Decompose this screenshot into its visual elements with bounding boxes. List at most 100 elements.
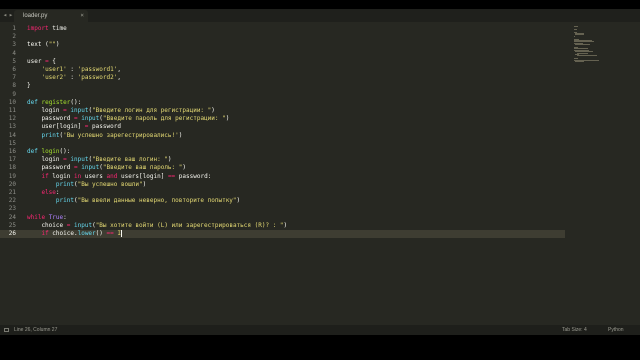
code-text: print('Вы успешно зарегестрировались!') [27, 132, 182, 140]
code-line[interactable]: 5 user = { [0, 58, 565, 66]
code-token: print [55, 197, 74, 205]
code-token: login [27, 107, 64, 114]
code-text: if choice.lower() == I [27, 230, 122, 238]
code-line[interactable]: 20 print("Вы успешно вошли") [0, 181, 565, 189]
line-number: 4 [12, 49, 16, 57]
code-token: print [41, 131, 60, 139]
cursor-position: Line 26, Column 27 [14, 327, 58, 333]
code-line[interactable]: 13 user[login] = password [0, 123, 565, 131]
line-number: 1 [12, 25, 16, 32]
line-number: 15 [8, 139, 16, 147]
code-token: "Вы хотите войти (L) или зарегестрироват… [95, 221, 284, 229]
code-token: == [106, 230, 114, 237]
code-token: register [41, 98, 71, 106]
code-line[interactable]: 8} [0, 82, 565, 90]
code-line[interactable]: 24 while True: [0, 214, 565, 222]
code-line[interactable]: 1 import time [0, 25, 565, 33]
line-number: 12 [8, 115, 16, 123]
minimap[interactable] [574, 26, 622, 66]
code-text: login = input("Введите логин для регистр… [27, 107, 214, 115]
code-token: , [117, 66, 121, 73]
code-line[interactable]: 9 [0, 91, 565, 99]
code-token: password [88, 123, 121, 131]
code-token: ) [225, 115, 230, 123]
code-token: user [27, 57, 46, 65]
code-text: password = input("Введите ваш пароль: ") [27, 164, 186, 172]
code-token: "Введите пароль для регистрации: " [102, 115, 226, 123]
line-number: 21 [8, 189, 16, 196]
code-token: 'password1' [77, 66, 118, 73]
line-number: 11 [8, 107, 16, 114]
code-text: while True: [27, 214, 67, 222]
code-editor[interactable]: 1 import time 2 3 text ("") 4 5 user = {6 'user… [0, 22, 565, 325]
code-text: choice = input("Вы хотите войти (L) или … [27, 222, 287, 230]
code-token: users[login] [117, 172, 168, 180]
line-number: 22 [8, 197, 16, 205]
code-line[interactable]: 19 if login in users and users[login] ==… [0, 173, 565, 181]
tab-close-icon[interactable]: × [80, 10, 84, 22]
code-text: else: [27, 189, 59, 197]
line-number: 14 [8, 131, 16, 139]
code-token: ) [236, 197, 241, 205]
panel-toggle-icon[interactable] [4, 328, 9, 332]
code-text: password = input("Введите пароль для рег… [27, 115, 229, 123]
line-number: 20 [8, 180, 16, 188]
code-line[interactable]: 7 'user2' : 'password2', [0, 74, 565, 82]
text-cursor [120, 230, 122, 237]
code-line[interactable]: 10 def register(): [0, 99, 565, 107]
code-token: login [27, 156, 64, 164]
line-number: 25 [8, 221, 16, 229]
code-line[interactable]: 18 password = input("Введите ваш пароль:… [0, 164, 565, 172]
code-token: import [27, 25, 49, 32]
code-token: ) [182, 164, 187, 172]
code-token: password: [175, 172, 212, 180]
line-number: 8 [12, 82, 16, 90]
code-token: : [66, 74, 78, 82]
code-text: def register(): [27, 99, 81, 107]
code-token: (): [59, 148, 71, 155]
tab-loader-py[interactable]: loader.py × [14, 10, 88, 22]
code-token: (): [70, 98, 82, 106]
line-number: 7 [12, 74, 16, 82]
minimap-line [575, 61, 585, 62]
code-token: 'password2' [77, 74, 118, 82]
minimap-line [576, 55, 598, 57]
code-line[interactable]: 2 [0, 33, 565, 41]
code-line[interactable]: 14 print('Вы успешно зарегестрировались!… [0, 132, 565, 140]
tab-size-selector[interactable]: Tab Size: 4 [562, 325, 587, 335]
code-token: : [63, 213, 67, 221]
code-line[interactable]: 6 'user1' : 'password1', [0, 66, 565, 74]
code-token: "Вы ввели данные неверно, повторите попы… [77, 197, 237, 205]
code-line[interactable]: 23 [0, 205, 565, 213]
code-line[interactable]: 15 [0, 140, 565, 148]
code-text: print("Вы ввели данные неверно, повторит… [27, 197, 240, 205]
code-line[interactable]: 17 login = input("Введите ваш логин: ") [0, 156, 565, 164]
line-number: 10 [8, 98, 16, 106]
code-line[interactable]: 4 [0, 50, 565, 58]
code-token: 'Вы успешно зарегестрировались!' [63, 131, 179, 139]
code-text: login = input("Введите ваш логин: ") [27, 156, 171, 164]
code-line[interactable]: 22 print("Вы ввели данные неверно, повто… [0, 197, 565, 205]
syntax-selector[interactable]: Python [608, 325, 624, 335]
code-text: print("Вы успешно вошли") [27, 181, 146, 189]
code-token: def [27, 148, 38, 155]
code-line[interactable]: 25 choice = input("Вы хотите войти (L) и… [0, 222, 565, 230]
code-line[interactable]: 3 text ("") [0, 41, 565, 49]
line-number: 24 [8, 213, 16, 221]
line-number: 3 [12, 41, 16, 49]
code-token: input [81, 115, 100, 123]
code-line[interactable]: 26 if choice.lower() == I [0, 230, 565, 238]
code-token: input [70, 107, 89, 114]
code-token: input [81, 164, 100, 172]
minimap-line [575, 34, 585, 36]
code-token: () [95, 230, 107, 237]
code-line[interactable]: 11 login = input("Введите логин для реги… [0, 107, 565, 115]
code-line[interactable]: 16 def login(): [0, 148, 565, 156]
code-line[interactable]: 21 else: [0, 189, 565, 197]
line-number: 2 [12, 33, 16, 41]
code-line[interactable]: 12 password = input("Введите пароль для … [0, 115, 565, 123]
line-number: 17 [8, 156, 16, 164]
